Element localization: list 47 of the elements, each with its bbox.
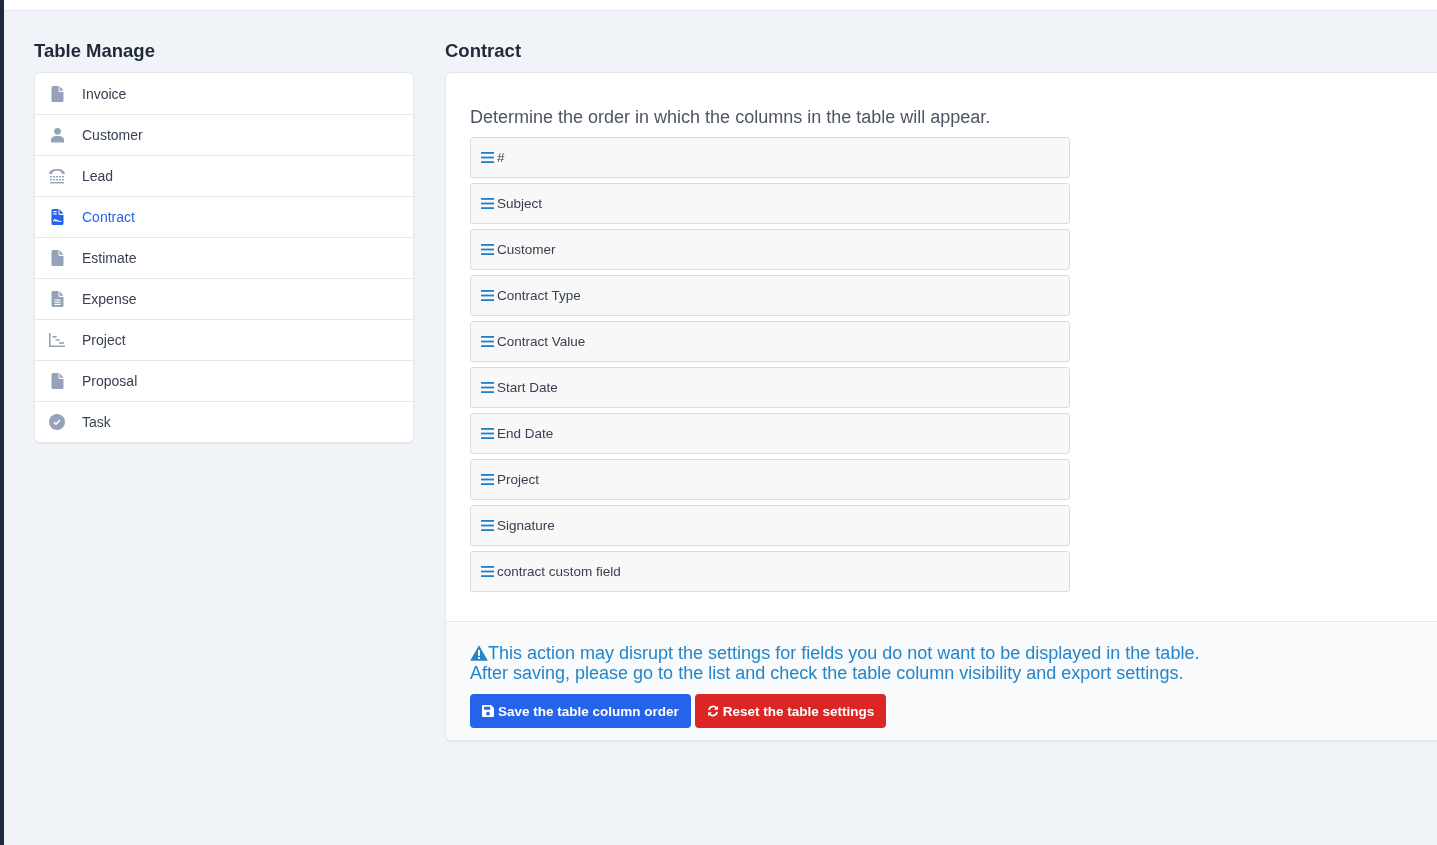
description-text: Determine the order in which the columns in the table will appear.	[470, 106, 991, 128]
bars-icon	[481, 198, 494, 209]
bars-icon	[481, 244, 494, 255]
file-icon	[50, 373, 64, 389]
check-circle-icon	[49, 414, 65, 430]
sortable-column-item[interactable]: Start Date	[470, 367, 1070, 408]
table-list-item[interactable]: Expense	[35, 278, 413, 319]
sortable-column-item[interactable]: #	[470, 137, 1070, 178]
table-list-item[interactable]: Project	[35, 319, 413, 360]
sortable-column-item[interactable]: Contract Type	[470, 275, 1070, 316]
bars-icon	[481, 290, 494, 301]
warning-text: After saving, please go to the list and check the table column visibility and export settings.	[470, 663, 1184, 683]
telephone-icon	[49, 168, 65, 184]
bars-icon	[481, 520, 494, 531]
sortable-column-item[interactable]: Customer	[470, 229, 1070, 270]
table-list-item[interactable]: Customer	[35, 114, 413, 155]
bars-icon	[481, 566, 494, 577]
table-list-item[interactable]: Proposal	[35, 360, 413, 401]
sortable-column-item[interactable]: Signature	[470, 505, 1070, 546]
save-button[interactable]: Save the table column order	[470, 694, 691, 728]
table-list-item[interactable]: Lead	[35, 155, 413, 196]
bars-icon	[481, 152, 494, 163]
warning-text: This action may disrupt the settings for fields you do not want to be displayed in the table.	[488, 643, 1200, 663]
file-icon	[50, 85, 64, 102]
section-title: Table Manage	[34, 39, 155, 63]
chart-icon	[49, 332, 65, 348]
sortable-column-item[interactable]: End Date	[470, 413, 1070, 454]
user-icon	[50, 127, 64, 143]
bars-icon	[481, 382, 494, 393]
bars-icon	[481, 336, 494, 347]
table-list-item[interactable]: Contract	[35, 196, 413, 237]
table-list-item[interactable]: Estimate	[35, 237, 413, 278]
warning-icon	[470, 645, 488, 661]
table-list-item[interactable]: Task	[35, 401, 413, 442]
refresh-icon	[706, 705, 719, 717]
sortable-column-item[interactable]: Project	[470, 459, 1070, 500]
bars-icon	[481, 474, 494, 485]
bars-icon	[481, 428, 494, 439]
sortable-column-item[interactable]: contract custom field	[470, 551, 1070, 592]
signed-document-icon	[50, 209, 64, 225]
file-icon	[50, 250, 64, 266]
table-list-item[interactable]: Invoice	[35, 73, 413, 114]
sortable-column-item[interactable]: Subject	[470, 183, 1070, 224]
panel-title: Contract	[445, 39, 522, 63]
sortable-column-item[interactable]: Contract Value	[470, 321, 1070, 362]
reset-button[interactable]: Reset the table settings	[694, 694, 887, 728]
document-lines-icon	[50, 291, 64, 307]
